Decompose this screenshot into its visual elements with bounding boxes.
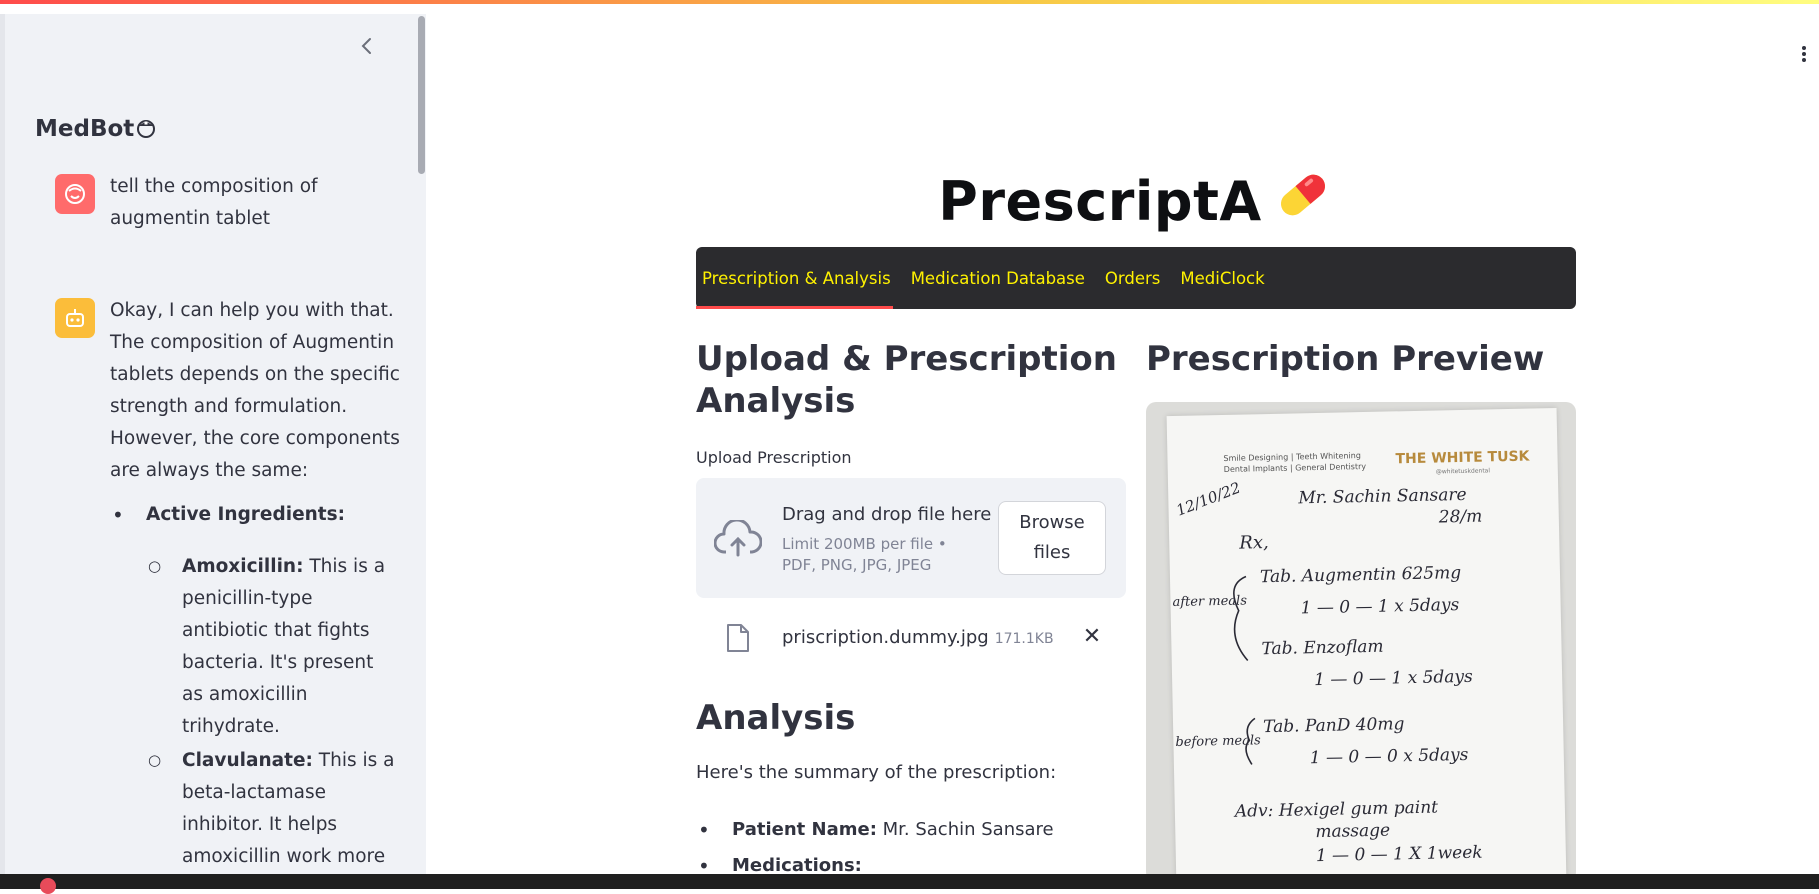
user-avatar-icon (55, 174, 95, 214)
rx-advice-2: massage (1315, 821, 1390, 843)
pill-icon (1280, 174, 1325, 216)
prescription-paper: Smile Designing | Teeth Whitening Dental… (1166, 407, 1568, 882)
bot-paragraph: Okay, I can help you with that. The comp… (110, 300, 400, 481)
sidebar-title: MedBot (35, 116, 156, 142)
rx-date: 12/10/22 (1174, 478, 1243, 519)
list-item: Active Ingredients: Amoxicillin: This is… (112, 499, 400, 874)
rx-line-2-dose: 1 — 0 — 1 x 5days (1314, 667, 1473, 690)
rx-after-meals: after meals (1172, 593, 1247, 610)
rx-line-3-dose: 1 — 0 — 0 x 5days (1310, 745, 1469, 768)
tab-prescription-analysis[interactable]: Prescription & Analysis (696, 247, 893, 309)
dropzone-limit: Limit 200MB per file • PDF, PNG, JPG, JP… (782, 535, 947, 574)
uploaded-file-row: priscription.dummy.jpg 171.1KB ✕ (696, 613, 1126, 663)
rx-advice: Adv: Hexigel gum paint (1233, 798, 1439, 822)
bot-avatar-icon (55, 298, 95, 338)
doctor-icon (137, 120, 156, 138)
analysis-heading: Analysis (696, 698, 856, 738)
handwritten-prescription: Smile Designing | Teeth Whitening Dental… (1172, 449, 1530, 867)
upload-label: Upload Prescription (696, 448, 852, 467)
rx-patient: Mr. Sachin Sansare (1297, 485, 1467, 509)
file-dropzone[interactable]: Drag and drop file here Limit 200MB per … (696, 478, 1126, 598)
upload-heading: Upload & Prescription Analysis (696, 339, 1117, 421)
file-icon (727, 624, 749, 652)
os-taskbar (0, 874, 1819, 894)
bot-message-text: Okay, I can help you with that. The comp… (110, 295, 400, 874)
tab-mediclock[interactable]: MediClock (1180, 247, 1264, 309)
summary-intro: Here's the summary of the prescription: (696, 762, 1057, 783)
sidebar: MedBot tell the composition of augmentin… (0, 14, 426, 874)
tab-orders[interactable]: Orders (1105, 247, 1161, 309)
upload-section: Upload & Prescription Analysis Upload Pr… (696, 338, 1126, 884)
rx-symbol: Rx, (1238, 532, 1269, 554)
taskbar-app-icon[interactable] (40, 878, 56, 894)
user-message-text: tell the composition of augmentin tablet (110, 176, 318, 229)
preview-heading: Prescription Preview (1146, 339, 1545, 379)
top-decoration-line (0, 0, 1819, 4)
rx-advice-dose: 1 — 0 — 1 X 1week (1316, 843, 1483, 866)
clinic-name: THE WHITE TUSK (1395, 449, 1530, 468)
bot-list: Active Ingredients: Amoxicillin: This is… (110, 499, 400, 874)
sidebar-scrollbar-thumb[interactable] (418, 16, 425, 174)
list-item: Patient Name: Mr. Sachin Sansare (698, 812, 1132, 848)
bot-sublist: Amoxicillin: This is a penicillin-type a… (146, 550, 400, 874)
rx-line-2: Tab. Enzoflam (1261, 637, 1383, 660)
tab-bar: Prescription & Analysis Medication Datab… (696, 247, 1576, 309)
rx-line-1-dose: 1 — 0 — 1 x 5days (1300, 595, 1459, 618)
tab-medication-database[interactable]: Medication Database (911, 247, 1085, 309)
file-size: 171.1KB (994, 631, 1054, 647)
dropzone-instruction: Drag and drop file here (782, 504, 992, 525)
sidebar-scrollbar[interactable] (417, 14, 426, 874)
cloud-upload-icon (714, 520, 762, 557)
file-name: priscription.dummy.jpg 171.1KB (782, 627, 1054, 648)
browse-files-button[interactable]: Browse files (998, 501, 1106, 575)
rx-line-3: Tab. PanD 40mg (1263, 714, 1405, 737)
rx-age: 28/m (1438, 507, 1483, 528)
rx-line-1: Tab. Augmentin 625mg (1260, 563, 1462, 587)
remove-file-icon[interactable]: ✕ (1080, 625, 1104, 649)
more-menu-icon[interactable] (1799, 44, 1809, 68)
clinic-services: Smile Designing | Teeth Whitening (1223, 451, 1361, 463)
page-title: PrescriptA (696, 164, 1576, 233)
list-item: Clavulanate: This is a beta-lactamase in… (148, 744, 400, 874)
list-item: Amoxicillin: This is a penicillin-type a… (148, 550, 400, 743)
clinic-handle: @whitetuskdental (1436, 467, 1491, 475)
prescription-preview-image: Smile Designing | Teeth Whitening Dental… (1146, 402, 1576, 882)
preview-section: Prescription Preview Smile Designing | T… (1146, 338, 1576, 882)
clinic-services-2: Dental Implants | General Dentistry (1224, 462, 1367, 474)
chevron-left-icon[interactable] (353, 32, 381, 60)
